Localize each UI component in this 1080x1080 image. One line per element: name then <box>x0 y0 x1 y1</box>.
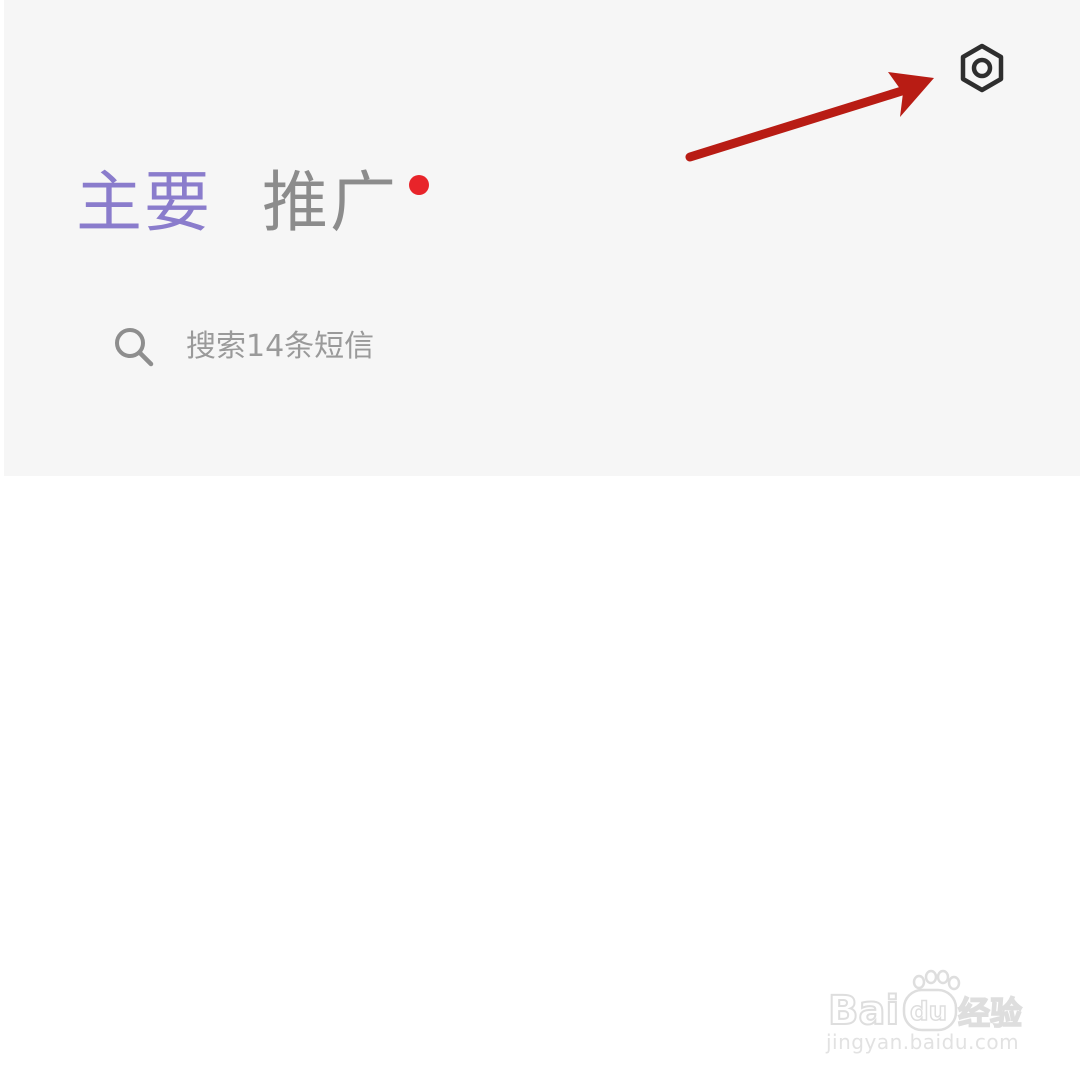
baidu-jingyan-watermark: Bai du 经验 jingyan.baidu.com <box>826 960 1026 1060</box>
gear-icon <box>960 43 1004 93</box>
settings-button[interactable] <box>950 38 1014 98</box>
svg-text:Bai: Bai <box>828 988 899 1034</box>
tab-promotions[interactable]: 推广 <box>262 160 398 246</box>
search-icon <box>115 328 154 367</box>
svg-text:du: du <box>910 997 947 1027</box>
messages-screen: 主要 推广 搜索14条短信 Bai du 经验 jingyan.baidu.co… <box>0 0 1080 1080</box>
notification-badge-dot <box>409 175 429 195</box>
search-placeholder: 搜索14条短信 <box>186 329 375 364</box>
baidu-jingyan-logo: Bai du 经验 <box>827 969 1023 1035</box>
svg-text:经验: 经验 <box>958 994 1022 1032</box>
tab-main[interactable]: 主要 <box>76 160 212 246</box>
watermark-url: jingyan.baidu.com <box>826 1030 1020 1054</box>
search-bar[interactable]: 搜索14条短信 <box>100 310 660 384</box>
